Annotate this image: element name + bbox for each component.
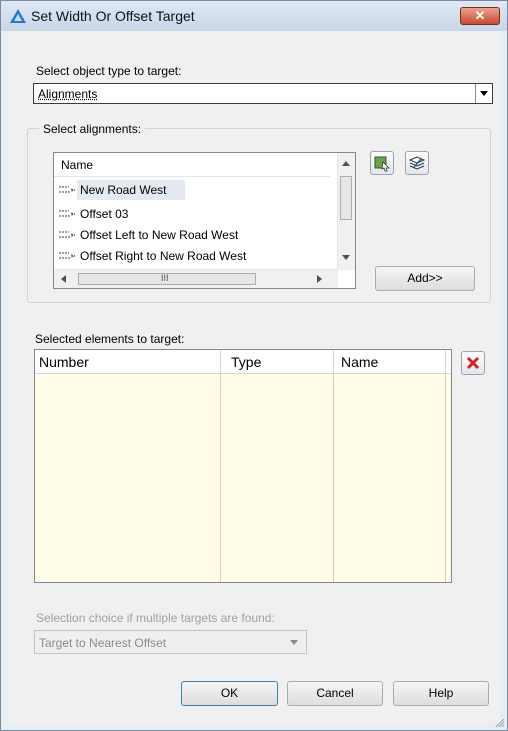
alignment-icon	[59, 231, 76, 238]
delete-icon	[466, 356, 480, 370]
object-type-label: Select object type to target:	[36, 64, 182, 78]
column-separator[interactable]	[445, 350, 446, 373]
list-item-label: Offset Right to New Road West	[80, 249, 247, 263]
targets-grid[interactable]: Number Type Name	[34, 349, 452, 583]
chevron-down-icon	[480, 91, 488, 96]
dialog-window: Set Width Or Offset Target ✕ Select obje…	[0, 0, 508, 731]
vertical-scrollbar[interactable]	[337, 153, 355, 270]
add-button[interactable]: Add>>	[375, 266, 475, 291]
vertical-scroll-thumb[interactable]	[340, 176, 352, 220]
object-type-select[interactable]: Alignments	[33, 83, 493, 104]
list-item[interactable]: Offset Right to New Road West	[57, 246, 327, 266]
window-title: Set Width Or Offset Target	[31, 8, 195, 24]
select-layers-button[interactable]	[405, 151, 429, 175]
horizontal-scrollbar[interactable]: III	[54, 269, 338, 288]
column-separator[interactable]	[220, 350, 221, 373]
list-item-label: Offset Left to New Road West	[80, 228, 239, 242]
alignments-group-label: Select alignments:	[39, 122, 146, 136]
alignment-icon	[59, 252, 76, 259]
column-line	[220, 373, 221, 582]
chevron-down-icon	[290, 640, 298, 645]
targets-label: Selected elements to target:	[35, 332, 185, 346]
close-button[interactable]: ✕	[460, 7, 500, 25]
column-name-header[interactable]: Name	[341, 354, 378, 370]
title-bar[interactable]: Set Width Or Offset Target ✕	[1, 1, 507, 31]
column-type-header[interactable]: Type	[231, 354, 261, 370]
cancel-button[interactable]: Cancel	[287, 681, 383, 706]
pick-from-drawing-button[interactable]	[370, 151, 394, 175]
list-item[interactable]: Offset 03	[57, 204, 327, 224]
selection-choice-select[interactable]: Target to Nearest Offset	[34, 630, 307, 654]
list-item-label: New Road West	[80, 183, 167, 197]
column-number-header[interactable]: Number	[39, 354, 89, 370]
resize-grip-icon[interactable]	[493, 716, 505, 728]
help-button[interactable]: Help	[393, 681, 489, 706]
scroll-grip-icon: III	[161, 273, 169, 283]
list-item[interactable]: New Road West	[57, 180, 327, 200]
scroll-down-icon[interactable]	[342, 255, 350, 260]
list-header[interactable]: Name	[54, 153, 330, 177]
alignment-icon	[59, 186, 76, 193]
column-line	[333, 373, 334, 582]
column-separator[interactable]	[333, 350, 334, 373]
list-item-label: Offset 03	[80, 207, 129, 221]
ok-button[interactable]: OK	[181, 681, 278, 706]
scroll-left-icon[interactable]	[61, 275, 66, 283]
civil3d-app-icon	[10, 9, 26, 23]
grid-header: Number Type Name	[35, 350, 451, 374]
scroll-right-icon[interactable]	[317, 275, 322, 283]
alignments-list[interactable]: Name New Road West Offset 03 Offset Left…	[53, 152, 356, 289]
column-line	[445, 373, 446, 582]
selection-choice-value: Target to Nearest Offset	[39, 636, 167, 650]
object-type-value: Alignments	[38, 87, 98, 101]
pick-from-drawing-icon	[374, 156, 390, 172]
list-item[interactable]: Offset Left to New Road West	[57, 225, 327, 245]
delete-target-button[interactable]	[461, 351, 485, 375]
column-name-header: Name	[61, 158, 94, 172]
combo-divider	[475, 84, 476, 103]
layers-icon	[408, 156, 426, 170]
horizontal-scroll-thumb[interactable]: III	[78, 273, 256, 285]
alignment-icon	[59, 210, 76, 217]
selection-choice-label: Selection choice if multiple targets are…	[36, 611, 275, 625]
scroll-up-icon[interactable]	[342, 161, 350, 166]
